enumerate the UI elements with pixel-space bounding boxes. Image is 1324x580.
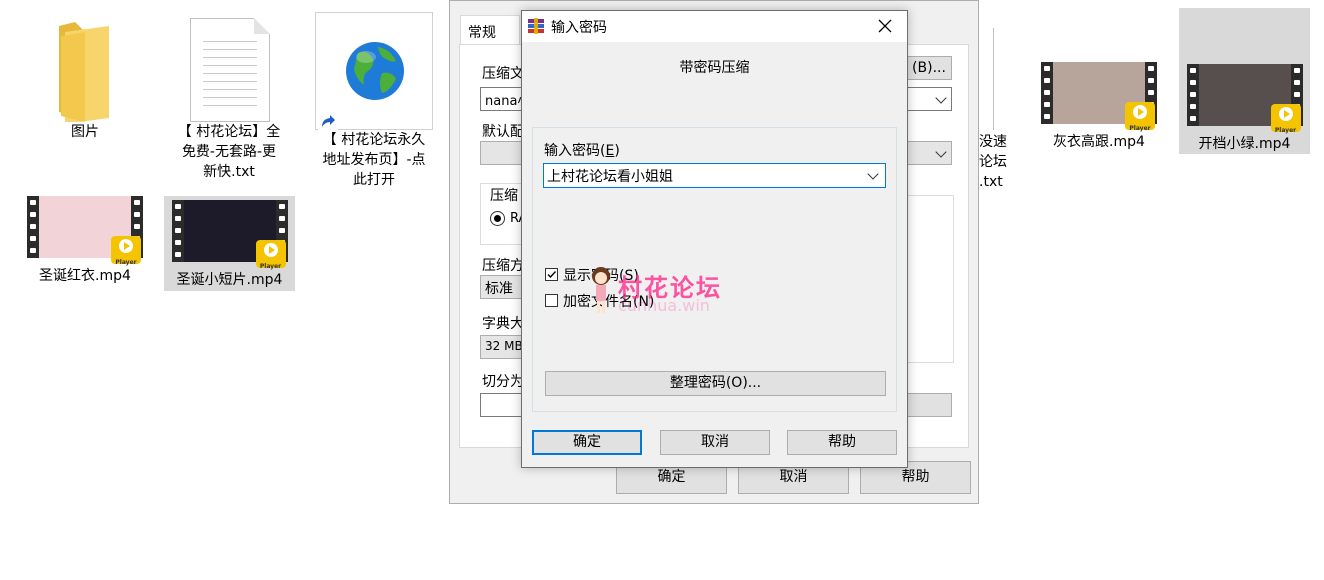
file-label: 图片: [71, 124, 99, 140]
player-badge-icon: Player: [111, 236, 141, 266]
label-method: 压缩方: [482, 258, 524, 274]
dialog-title: 输入密码: [551, 20, 607, 36]
dialog-ok-label: 确定: [573, 434, 601, 450]
dialog-cancel-button[interactable]: 取消: [660, 430, 770, 455]
close-button[interactable]: [863, 11, 907, 42]
cartoon-girl-icon: [592, 267, 610, 313]
partial-document-icon: [979, 28, 994, 130]
text-document-icon: [190, 18, 270, 122]
options-group: [906, 195, 954, 363]
file-kaidang-mp4[interactable]: Player 开档小绿.mp4: [1179, 8, 1310, 154]
label-archive-name: 压缩文: [482, 66, 524, 82]
dialog-subtitle: 带密码压缩: [679, 60, 750, 76]
browse-button[interactable]: (B)...: [906, 56, 952, 80]
options-button[interactable]: [906, 393, 952, 417]
organize-passwords-button[interactable]: 整理密码(O)...: [545, 371, 886, 396]
winrar-icon: [528, 18, 544, 34]
player-badge-icon: Player: [255, 240, 286, 270]
dialog-ok-button[interactable]: 确定: [532, 430, 642, 455]
dialog-help-button[interactable]: 帮助: [787, 430, 897, 455]
tab-general[interactable]: 常规: [460, 15, 520, 45]
show-password-checkbox[interactable]: [545, 268, 558, 281]
checkmark-icon: [547, 271, 557, 279]
password-dialog: 输入密码 带密码压缩 输入密码(E) 上村花论坛看小姐姐 显示密码(S) 加密文…: [521, 10, 908, 468]
folder-icon: [59, 22, 109, 124]
dialog-titlebar[interactable]: 输入密码: [522, 11, 907, 42]
file-cunhua-shortcut[interactable]: 【 村花论坛永久 地址发布页】-点 此打开: [312, 12, 436, 190]
encrypt-names-checkbox[interactable]: [545, 294, 558, 307]
watermark-subtext: cunhua.win: [618, 296, 710, 315]
chevron-down-icon: [867, 168, 879, 180]
file-shengdan-duanpian-mp4[interactable]: Player 圣诞小短片.mp4: [164, 196, 295, 291]
player-badge-icon: Player: [1125, 102, 1155, 132]
organize-passwords-label: 整理密码(O)...: [669, 375, 762, 391]
chevron-down-icon: [935, 92, 947, 104]
label-default-profile: 默认配: [482, 124, 524, 140]
player-badge-icon: Player: [1270, 104, 1301, 134]
radio-rar[interactable]: [490, 211, 505, 226]
chevron-down-icon: [935, 146, 947, 158]
file-pictures-folder[interactable]: 图片: [30, 12, 140, 142]
file-label: 【 村花论坛永久 地址发布页】-点 此打开: [322, 132, 426, 188]
file-huiyi-mp4[interactable]: Player 灰衣高跟.mp4: [1038, 62, 1160, 152]
back-help-label: 帮助: [901, 469, 930, 485]
label-compression: 压缩: [490, 185, 518, 205]
label-split: 切分为: [482, 374, 524, 390]
watermark: 村花论坛 cunhua.win: [588, 262, 748, 322]
file-label: 【 村花论坛】全 免费-无套路-更 新快.txt: [177, 124, 281, 180]
password-label: 输入密码(E): [544, 143, 620, 159]
dictionary-value: 32 MB: [485, 339, 523, 353]
password-value: 上村花论坛看小姐姐: [547, 169, 673, 185]
shortcut-arrow-icon: [318, 111, 338, 131]
back-ok-label: 确定: [657, 469, 686, 485]
password-input[interactable]: 上村花论坛看小姐姐: [543, 163, 886, 188]
dialog-cancel-label: 取消: [701, 434, 729, 450]
dialog-help-label: 帮助: [828, 434, 856, 450]
label-dictionary: 字典大: [482, 316, 524, 332]
method-value: 标准: [485, 281, 513, 297]
partial-file-label: 没速 论坛 .txt: [979, 134, 1007, 190]
close-icon: [878, 19, 892, 33]
file-cunhua-txt[interactable]: 【 村花论坛】全 免费-无套路-更 新快.txt: [168, 12, 290, 182]
browse-button-label: (B)...: [912, 60, 946, 76]
file-shengdan-hongyi-mp4[interactable]: Player 圣诞红衣.mp4: [22, 196, 148, 286]
tab-general-label: 常规: [468, 25, 496, 41]
back-cancel-label: 取消: [779, 469, 808, 485]
